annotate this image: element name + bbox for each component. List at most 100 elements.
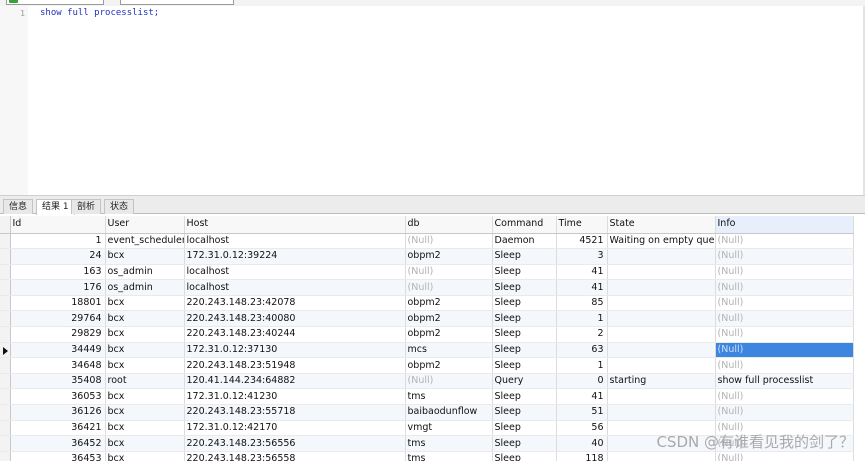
cell-user[interactable]: bcx [105,451,185,461]
sql-editor[interactable]: 1 show full processlist; [0,6,865,195]
cell-id[interactable]: 18801 [10,295,106,312]
table-row[interactable]: 29764 bcx 220.243.148.23:40080 obpm2 Sleep 1 (… [0,310,854,328]
cell-user[interactable]: bcx [105,295,185,312]
table-row[interactable]: 36053 bcx 172.31.0.12:41230 tms Sleep 41 (Null… [0,388,854,406]
cell-time[interactable]: 3 [556,248,608,265]
cell-state[interactable] [607,326,716,343]
row-header[interactable] [0,404,11,421]
cell-command[interactable]: Sleep [492,357,557,374]
row-header[interactable] [0,342,11,359]
table-row[interactable]: 35408 root 120.41.144.234:64882 (Null) Query… [0,373,854,390]
cell-id[interactable]: 35408 [10,373,106,390]
cell-db[interactable]: (Null) [405,279,493,296]
cell-info[interactable]: (Null) [715,264,854,281]
toolbar-dropdown[interactable] [6,0,104,5]
cell-id[interactable]: 29764 [10,310,106,328]
cell-command[interactable]: Sleep [492,295,557,312]
cell-user[interactable]: bcx [105,388,185,406]
cell-db[interactable]: tms [405,388,493,406]
row-header[interactable] [0,373,11,390]
tab-result-1[interactable]: 结果 1 [36,199,75,215]
cell-db[interactable]: tms [405,435,493,452]
cell-user[interactable]: bcx [105,248,185,265]
cell-host[interactable]: 220.243.148.23:51948 [184,357,406,374]
cell-state[interactable] [607,248,716,265]
cell-state[interactable] [607,310,716,328]
table-row[interactable]: 176 os_admin localhost (Null) Sleep 41 (Null) [0,279,854,296]
cell-id[interactable]: 36453 [10,451,106,461]
cell-info[interactable]: (Null) [715,404,854,421]
cell-state[interactable]: starting [607,373,716,390]
cell-command[interactable]: Daemon [492,233,557,250]
cell-time[interactable]: 41 [556,388,608,406]
row-header[interactable] [0,248,11,265]
cell-info[interactable]: show full processlist [715,373,854,390]
table-row[interactable]: 1 event_scheduler localhost (Null) Daemon 452… [0,233,854,250]
cell-state[interactable] [607,295,716,312]
row-header[interactable] [0,264,11,281]
column-header-db[interactable]: db [405,216,493,234]
cell-time[interactable]: 85 [556,295,608,312]
cell-user[interactable]: bcx [105,435,185,452]
column-header-host[interactable]: Host [184,216,406,234]
cell-host[interactable]: 172.31.0.12:39224 [184,248,406,265]
cell-command[interactable]: Sleep [492,310,557,328]
cell-time[interactable]: 41 [556,279,608,296]
cell-db[interactable]: (Null) [405,233,493,250]
cell-state[interactable] [607,388,716,406]
cell-id[interactable]: 36421 [10,420,106,437]
tab-profile[interactable]: 剖析 [71,199,102,214]
cell-host[interactable]: 220.243.148.23:40244 [184,326,406,343]
cell-db[interactable]: mcs [405,342,493,359]
cell-host[interactable]: 220.243.148.23:40080 [184,310,406,328]
cell-command[interactable]: Sleep [492,342,557,359]
cell-command[interactable]: Sleep [492,420,557,437]
cell-host[interactable]: 220.243.148.23:56558 [184,451,406,461]
cell-info[interactable]: (Null) [715,279,854,296]
table-row[interactable]: 34648 bcx 220.243.148.23:51948 obpm2 Sleep 1 (… [0,357,854,374]
cell-user[interactable]: os_admin [105,279,185,296]
table-row[interactable]: 24 bcx 172.31.0.12:39224 obpm2 Sleep 3 (Null) [0,248,854,265]
cell-id[interactable]: 176 [10,279,106,296]
cell-host[interactable]: 220.243.148.23:56556 [184,435,406,452]
cell-host[interactable]: localhost [184,233,406,250]
row-header[interactable] [0,357,11,374]
cell-db[interactable]: obpm2 [405,326,493,343]
cell-id[interactable]: 36452 [10,435,106,452]
table-row[interactable]: 18801 bcx 220.243.148.23:42078 obpm2 Sleep 85… [0,295,854,312]
cell-time[interactable]: 2 [556,326,608,343]
column-header-time[interactable]: Time [556,216,608,234]
cell-state[interactable] [607,451,716,461]
cell-host[interactable]: 172.31.0.12:41230 [184,388,406,406]
cell-info[interactable]: (Null) [715,342,854,359]
cell-id[interactable]: 24 [10,248,106,265]
toolbar-dropdown-2[interactable] [120,0,234,5]
cell-db[interactable]: obpm2 [405,248,493,265]
row-header[interactable] [0,326,11,343]
cell-user[interactable]: os_admin [105,264,185,281]
cell-info[interactable]: (Null) [715,388,854,406]
cell-db[interactable]: obpm2 [405,310,493,328]
cell-host[interactable]: 172.31.0.12:37130 [184,342,406,359]
row-header[interactable] [0,435,11,452]
table-row[interactable]: 34449 bcx 172.31.0.12:37130 mcs Sleep 63 (Null… [0,342,854,359]
cell-command[interactable]: Sleep [492,279,557,296]
tab-info[interactable]: 信息 [3,199,34,214]
cell-time[interactable]: 1 [556,310,608,328]
cell-state[interactable] [607,279,716,296]
cell-host[interactable]: 220.243.148.23:55718 [184,404,406,421]
cell-id[interactable]: 36126 [10,404,106,421]
cell-id[interactable]: 29829 [10,326,106,343]
cell-command[interactable]: Sleep [492,248,557,265]
cell-host[interactable]: 120.41.144.234:64882 [184,373,406,390]
cell-user[interactable]: root [105,373,185,390]
cell-state[interactable] [607,264,716,281]
cell-info[interactable]: (Null) [715,233,854,250]
cell-id[interactable]: 34449 [10,342,106,359]
cell-command[interactable]: Query [492,373,557,390]
table-row[interactable]: 163 os_admin localhost (Null) Sleep 41 (Null) [0,264,854,281]
cell-user[interactable]: bcx [105,326,185,343]
row-header[interactable] [0,451,11,461]
cell-user[interactable]: event_scheduler [105,233,185,250]
cell-info[interactable]: (Null) [715,357,854,374]
